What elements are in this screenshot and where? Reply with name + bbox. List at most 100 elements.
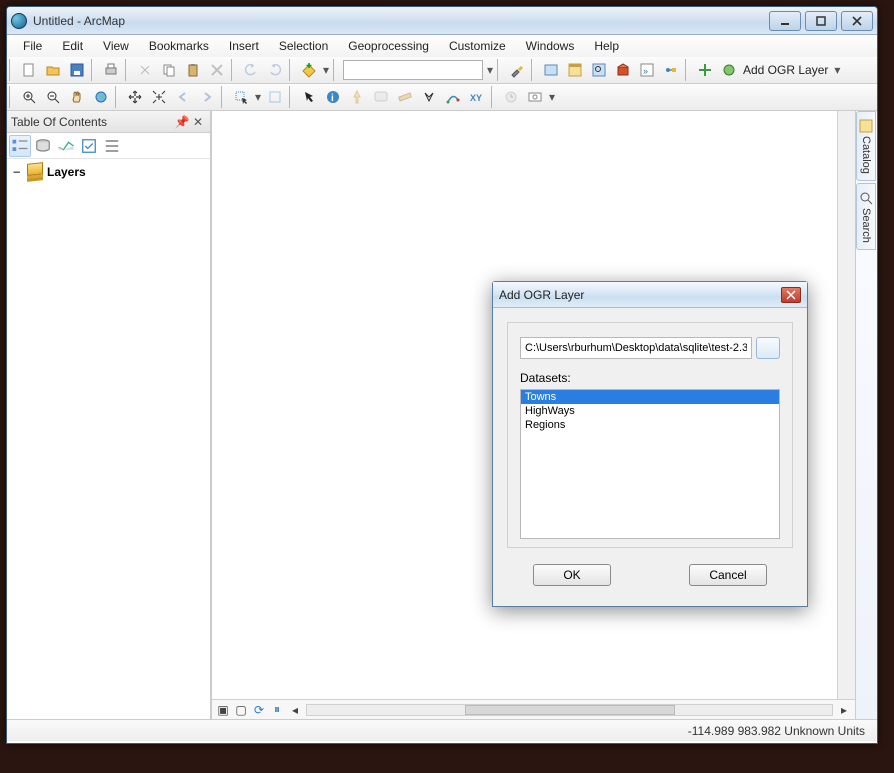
dialog-close-icon[interactable] [781,287,801,303]
cut-icon[interactable] [134,59,156,81]
create-viewer-dropdown[interactable]: ▾ [547,86,557,108]
menu-bookmarks[interactable]: Bookmarks [139,37,219,55]
zoom-in-icon[interactable] [18,86,40,108]
menu-customize[interactable]: Customize [439,37,516,55]
menu-file[interactable]: File [13,37,52,55]
list-by-source-icon[interactable] [32,135,54,157]
separator [231,59,237,81]
save-icon[interactable] [66,59,88,81]
ogr-globe-icon[interactable] [718,59,740,81]
minimize-button[interactable] [769,11,801,31]
identify-icon[interactable]: i [322,86,344,108]
paste-icon[interactable] [182,59,204,81]
fixed-zoom-in-icon[interactable] [124,86,146,108]
toolbar-grip[interactable] [9,59,15,81]
dialog-titlebar[interactable]: Add OGR Layer [493,282,807,308]
clear-selection-icon[interactable] [264,86,286,108]
scale-dropdown-arrow[interactable]: ▾ [485,59,495,81]
list-by-drawing-order-icon[interactable] [9,135,31,157]
measure-icon[interactable] [394,86,416,108]
catalog-tab[interactable]: Catalog [856,111,876,181]
pan-icon[interactable] [66,86,88,108]
delete-icon[interactable] [206,59,228,81]
add-data-icon[interactable] [298,59,320,81]
layout-view-icon[interactable]: ▢ [234,703,248,717]
list-item[interactable]: HighWays [521,404,779,418]
python-window-icon[interactable]: » [636,59,658,81]
toc-tree[interactable]: − Layers [7,159,210,719]
tree-collapse-icon[interactable]: − [13,165,23,179]
html-popup-icon[interactable] [370,86,392,108]
go-to-xy-icon[interactable]: XY [466,86,488,108]
scale-dropdown[interactable] [343,60,483,80]
modelbuilder-icon[interactable] [660,59,682,81]
list-by-visibility-icon[interactable] [55,135,77,157]
list-item[interactable]: Regions [521,418,779,432]
find-icon[interactable] [418,86,440,108]
pause-drawing-icon[interactable]: ⏸ [270,703,284,717]
scroll-right-icon[interactable]: ▸ [837,703,851,717]
toc-icon[interactable] [540,59,562,81]
list-by-selection-icon[interactable] [78,135,100,157]
menu-insert[interactable]: Insert [219,37,269,55]
menu-windows[interactable]: Windows [516,37,585,55]
pin-icon[interactable]: 📌 [174,114,190,130]
select-arrow-icon[interactable] [298,86,320,108]
datasets-listbox[interactable]: Towns HighWays Regions [520,389,780,539]
select-features-dropdown[interactable]: ▾ [253,86,263,108]
select-features-icon[interactable] [230,86,252,108]
cancel-button[interactable]: Cancel [689,564,767,586]
status-bar: -114.989 983.982 Unknown Units [7,719,877,741]
print-icon[interactable] [100,59,122,81]
menu-help[interactable]: Help [584,37,629,55]
new-doc-icon[interactable] [18,59,40,81]
maximize-button[interactable] [805,11,837,31]
menu-view[interactable]: View [93,37,139,55]
fixed-zoom-out-icon[interactable] [148,86,170,108]
open-icon[interactable] [42,59,64,81]
separator [221,86,227,108]
catalog-icon[interactable] [564,59,586,81]
window-title: Untitled - ArcMap [33,14,765,28]
toolbar-grip[interactable] [9,86,15,108]
redo-icon[interactable] [264,59,286,81]
next-extent-icon[interactable] [196,86,218,108]
browse-button[interactable] [756,337,780,359]
search-window-icon[interactable] [588,59,610,81]
ok-button[interactable]: OK [533,564,611,586]
data-view-icon[interactable]: ▣ [216,703,230,717]
close-button[interactable] [841,11,873,31]
editor-toolbar-icon[interactable] [506,59,528,81]
horizontal-scrollbar[interactable] [306,704,833,716]
dialog-buttons: OK Cancel [507,548,793,594]
copy-icon[interactable] [158,59,180,81]
find-route-icon[interactable] [442,86,464,108]
layers-root[interactable]: − Layers [13,163,204,181]
add-ogr-layer-label[interactable]: Add OGR Layer [741,63,832,77]
add-data-dropdown[interactable]: ▾ [321,59,331,81]
toc-close-icon[interactable]: ✕ [190,114,206,130]
add-ogr-dropdown[interactable]: ▾ [832,59,842,81]
arctoolbox-icon[interactable] [612,59,634,81]
separator [497,59,503,81]
scroll-left-icon[interactable]: ◂ [288,703,302,717]
datasource-path-input[interactable] [520,337,752,359]
options-icon[interactable] [101,135,123,157]
full-extent-icon[interactable] [90,86,112,108]
vertical-scrollbar[interactable] [837,111,855,699]
ogr-connect-icon[interactable] [694,59,716,81]
prev-extent-icon[interactable] [172,86,194,108]
create-viewer-icon[interactable] [524,86,546,108]
search-tab[interactable]: Search [856,183,876,250]
standard-toolbar: ▾ ▾ » Add OGR Layer ▾ [7,57,877,84]
hyperlink-icon[interactable] [346,86,368,108]
undo-icon[interactable] [240,59,262,81]
list-item[interactable]: Towns [521,390,779,404]
time-slider-icon[interactable] [500,86,522,108]
menu-edit[interactable]: Edit [52,37,93,55]
separator [115,86,121,108]
menu-geoprocessing[interactable]: Geoprocessing [338,37,439,55]
refresh-icon[interactable]: ⟳ [252,703,266,717]
zoom-out-icon[interactable] [42,86,64,108]
menu-selection[interactable]: Selection [269,37,338,55]
